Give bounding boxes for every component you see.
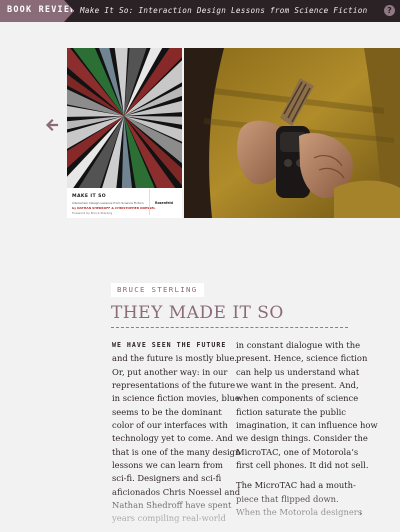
text-line: can help us understand what (236, 366, 360, 377)
text-line: When the Motorola designers (236, 507, 363, 518)
text-line: technology yet to come. And (112, 433, 233, 444)
article-column-2: in constant dialogue with the present. H… (236, 339, 378, 519)
text-line: sci-fi. Designers and sci-fi (112, 473, 222, 484)
author-byline: BRUCE STERLING (111, 283, 204, 297)
cover-title: MAKE IT SO (72, 194, 107, 199)
cover-subtitle: Interaction Design Lessons from Science … (72, 201, 144, 205)
cover-authors: by NATHAN SHEDROFF & CHRISTOPHER NOESSEL (72, 206, 156, 210)
text-line: seems to be the dominant (112, 406, 222, 417)
section-label: BOOK REVIEW (7, 5, 77, 15)
cover-art (67, 48, 182, 188)
help-button[interactable]: ? (384, 5, 395, 16)
text-line: fiction saturate the public (236, 406, 346, 417)
text-line: lessons we can learn from (112, 460, 223, 471)
text-line: imagination, it can influence how (236, 420, 378, 431)
text-line: in constant dialogue with the (236, 340, 361, 350)
text-line: piece that flipped down. (236, 493, 339, 504)
text-line: and the future is mostly blue. (112, 353, 238, 364)
text-line: Or, put another way: in our (112, 366, 228, 377)
arrow-left-icon[interactable] (45, 117, 59, 132)
communicator-photo[interactable] (184, 48, 400, 218)
text-line: color of our interfaces with (112, 420, 228, 431)
text-line: in science fiction movies, blue (112, 393, 240, 404)
article-column-1: WE HAVE SEEN THE FUTURE and the future i… (112, 339, 241, 526)
text-line: Nathan Shedroff have spent (112, 500, 232, 511)
section-tag[interactable]: BOOK REVIEW (0, 0, 74, 22)
article-headline: THEY MADE IT SO (111, 303, 284, 323)
top-bar: BOOK REVIEW Make It So: Interaction Desi… (0, 0, 400, 22)
headline-divider (111, 327, 348, 328)
lead-in: WE HAVE SEEN THE FUTURE (112, 341, 227, 349)
text-line: we design things. Consider the (236, 433, 368, 444)
text-line: MicroTAC, one of Motorola’s (236, 446, 359, 457)
text-line: first cell phones. It did not sell. (236, 460, 369, 471)
text-line: we want in the present. And, (236, 380, 359, 391)
cover-foreword: foreword by Bruce Sterling (72, 211, 113, 215)
article-title: Make It So: Interaction Design Lessons f… (80, 6, 368, 15)
text-line: aficionados Chris Noessel and (112, 486, 241, 497)
book-cover-image[interactable]: MAKE IT SO Interaction Design Lessons fr… (67, 48, 182, 218)
text-line: representations of the future (112, 380, 236, 391)
text-line: that is one of the many design (112, 446, 241, 457)
text-line: present. Hence, science fiction (236, 353, 368, 364)
text-line: when components of science (236, 393, 359, 404)
cover-publisher: Rosenfeld (155, 201, 173, 205)
text-line: The MicroTAC had a mouth- (236, 480, 356, 491)
text-line: years compiling real-world (112, 513, 226, 524)
